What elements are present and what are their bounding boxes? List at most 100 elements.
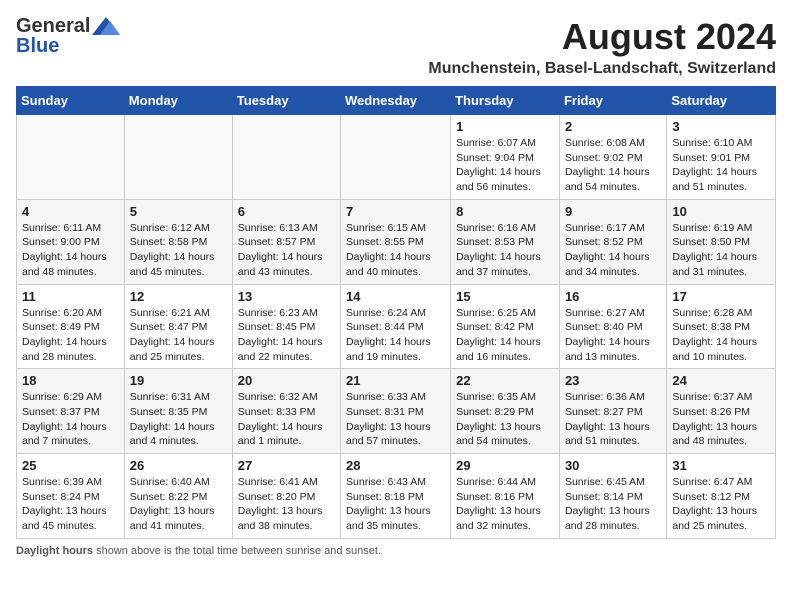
day-info: Sunrise: 6:13 AM Sunset: 8:57 PM Dayligh… [238,221,335,280]
day-number: 16 [565,289,661,304]
day-info: Sunrise: 6:27 AM Sunset: 8:40 PM Dayligh… [565,306,661,365]
day-info: Sunrise: 6:16 AM Sunset: 8:53 PM Dayligh… [456,221,554,280]
calendar-table: SundayMondayTuesdayWednesdayThursdayFrid… [16,86,776,539]
weekday-header: Wednesday [341,87,451,115]
day-number: 30 [565,458,661,473]
day-number: 2 [565,119,661,134]
header: General Blue August 2024 Munchenstein, B… [16,16,776,78]
day-info: Sunrise: 6:37 AM Sunset: 8:26 PM Dayligh… [672,390,770,449]
calendar-cell: 4Sunrise: 6:11 AM Sunset: 9:00 PM Daylig… [17,199,125,284]
calendar-cell: 28Sunrise: 6:43 AM Sunset: 8:18 PM Dayli… [341,454,451,539]
calendar-cell: 7 Sunrise: 6:15 AM Sunset: 8:55 PM Daylig… [341,199,451,284]
day-info: Sunrise: 6:19 AM Sunset: 8:50 PM Dayligh… [672,221,770,280]
calendar-cell: 8 Sunrise: 6:16 AM Sunset: 8:53 PM Daylig… [451,199,560,284]
calendar-cell: 15Sunrise: 6:25 AM Sunset: 8:42 PM Dayli… [451,284,560,369]
logo: General Blue [16,16,120,56]
calendar-cell: 22 Sunrise: 6:35 AM Sunset: 8:29 PM Dayli… [451,369,560,454]
day-number: 11 [22,289,119,304]
calendar-cell: 16 Sunrise: 6:27 AM Sunset: 8:40 PM Dayli… [559,284,666,369]
calendar-cell: 13Sunrise: 6:23 AM Sunset: 8:45 PM Dayli… [232,284,340,369]
weekday-header: Thursday [451,87,560,115]
header-row: SundayMondayTuesdayWednesdayThursdayFrid… [17,87,776,115]
day-info: Sunrise: 6:35 AM Sunset: 8:29 PM Dayligh… [456,390,554,449]
day-number: 18 [22,373,119,388]
day-number: 7 [346,204,445,219]
calendar-cell: 10Sunrise: 6:19 AM Sunset: 8:50 PM Dayli… [667,199,776,284]
day-number: 5 [130,204,227,219]
calendar-cell [341,115,451,200]
day-number: 17 [672,289,770,304]
calendar-cell [124,115,232,200]
day-number: 6 [238,204,335,219]
calendar-cell: 12 Sunrise: 6:21 AM Sunset: 8:47 PM Dayli… [124,284,232,369]
day-number: 28 [346,458,445,473]
calendar-cell: 24 Sunrise: 6:37 AM Sunset: 8:26 PM Dayli… [667,369,776,454]
day-info: Sunrise: 6:21 AM Sunset: 8:47 PM Dayligh… [130,306,227,365]
day-number: 13 [238,289,335,304]
calendar-cell: 25Sunrise: 6:39 AM Sunset: 8:24 PM Dayli… [17,454,125,539]
day-number: 29 [456,458,554,473]
day-number: 1 [456,119,554,134]
calendar-cell: 17 Sunrise: 6:28 AM Sunset: 8:38 PM Dayli… [667,284,776,369]
day-info: Sunrise: 6:39 AM Sunset: 8:24 PM Dayligh… [22,475,119,534]
month-title: August 2024 [428,16,776,58]
day-number: 24 [672,373,770,388]
day-info: Sunrise: 6:28 AM Sunset: 8:38 PM Dayligh… [672,306,770,365]
day-number: 12 [130,289,227,304]
day-info: Sunrise: 6:17 AM Sunset: 8:52 PM Dayligh… [565,221,661,280]
calendar-cell: 1Sunrise: 6:07 AM Sunset: 9:04 PM Daylig… [451,115,560,200]
calendar-cell: 2 Sunrise: 6:08 AM Sunset: 9:02 PM Daylig… [559,115,666,200]
weekday-header: Monday [124,87,232,115]
day-number: 21 [346,373,445,388]
logo-blue-text: Blue [16,36,59,56]
day-info: Sunrise: 6:15 AM Sunset: 8:55 PM Dayligh… [346,221,445,280]
calendar-week-row: 11 Sunrise: 6:20 AM Sunset: 8:49 PM Dayli… [17,284,776,369]
calendar-cell: 18 Sunrise: 6:29 AM Sunset: 8:37 PM Dayli… [17,369,125,454]
calendar-week-row: 4Sunrise: 6:11 AM Sunset: 9:00 PM Daylig… [17,199,776,284]
logo-general-text: General [16,16,90,36]
logo-icon [92,17,120,35]
calendar-cell: 31Sunrise: 6:47 AM Sunset: 8:12 PM Dayli… [667,454,776,539]
location-title: Munchenstein, Basel-Landschaft, Switzerl… [428,60,776,78]
day-number: 23 [565,373,661,388]
calendar-cell: 26Sunrise: 6:40 AM Sunset: 8:22 PM Dayli… [124,454,232,539]
calendar-week-row: 1Sunrise: 6:07 AM Sunset: 9:04 PM Daylig… [17,115,776,200]
calendar-cell: 6 Sunrise: 6:13 AM Sunset: 8:57 PM Daylig… [232,199,340,284]
day-info: Sunrise: 6:36 AM Sunset: 8:27 PM Dayligh… [565,390,661,449]
weekday-header: Friday [559,87,666,115]
calendar-cell: 9 Sunrise: 6:17 AM Sunset: 8:52 PM Daylig… [559,199,666,284]
title-area: August 2024 Munchenstein, Basel-Landscha… [428,16,776,78]
calendar-cell [232,115,340,200]
day-info: Sunrise: 6:31 AM Sunset: 8:35 PM Dayligh… [130,390,227,449]
calendar-cell: 3 Sunrise: 6:10 AM Sunset: 9:01 PM Daylig… [667,115,776,200]
calendar-cell [17,115,125,200]
calendar-cell: 14 Sunrise: 6:24 AM Sunset: 8:44 PM Dayli… [341,284,451,369]
day-info: Sunrise: 6:32 AM Sunset: 8:33 PM Dayligh… [238,390,335,449]
day-number: 9 [565,204,661,219]
day-info: Sunrise: 6:29 AM Sunset: 8:37 PM Dayligh… [22,390,119,449]
day-number: 14 [346,289,445,304]
calendar-cell: 19Sunrise: 6:31 AM Sunset: 8:35 PM Dayli… [124,369,232,454]
calendar-cell: 27 Sunrise: 6:41 AM Sunset: 8:20 PM Dayli… [232,454,340,539]
day-info: Sunrise: 6:10 AM Sunset: 9:01 PM Dayligh… [672,136,770,195]
weekday-header: Saturday [667,87,776,115]
day-info: Sunrise: 6:20 AM Sunset: 8:49 PM Dayligh… [22,306,119,365]
day-info: Sunrise: 6:41 AM Sunset: 8:20 PM Dayligh… [238,475,335,534]
day-info: Sunrise: 6:12 AM Sunset: 8:58 PM Dayligh… [130,221,227,280]
day-info: Sunrise: 6:24 AM Sunset: 8:44 PM Dayligh… [346,306,445,365]
day-number: 3 [672,119,770,134]
day-info: Sunrise: 6:33 AM Sunset: 8:31 PM Dayligh… [346,390,445,449]
calendar-cell: 23 Sunrise: 6:36 AM Sunset: 8:27 PM Dayli… [559,369,666,454]
footer-note: Daylight hours shown above is the total … [16,545,776,557]
day-number: 27 [238,458,335,473]
day-info: Sunrise: 6:11 AM Sunset: 9:00 PM Dayligh… [22,221,119,280]
day-number: 22 [456,373,554,388]
day-number: 8 [456,204,554,219]
day-info: Sunrise: 6:45 AM Sunset: 8:14 PM Dayligh… [565,475,661,534]
day-info: Sunrise: 6:44 AM Sunset: 8:16 PM Dayligh… [456,475,554,534]
calendar-cell: 5 Sunrise: 6:12 AM Sunset: 8:58 PM Daylig… [124,199,232,284]
calendar-cell: 21 Sunrise: 6:33 AM Sunset: 8:31 PM Dayli… [341,369,451,454]
day-number: 31 [672,458,770,473]
day-info: Sunrise: 6:08 AM Sunset: 9:02 PM Dayligh… [565,136,661,195]
calendar-cell: 29 Sunrise: 6:44 AM Sunset: 8:16 PM Dayli… [451,454,560,539]
